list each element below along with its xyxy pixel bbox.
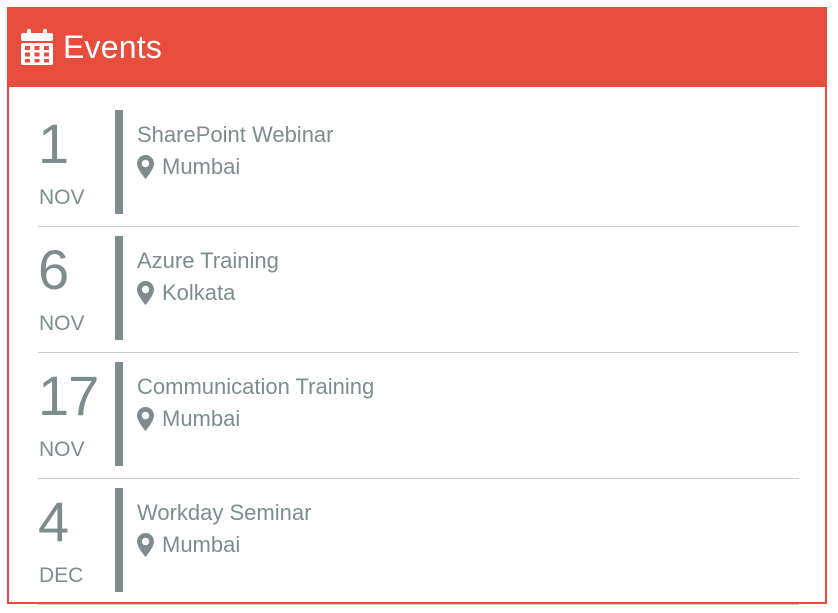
event-divider-bar — [115, 488, 123, 592]
event-info: Workday Seminar Mumbai — [137, 500, 311, 558]
map-pin-icon — [137, 155, 154, 179]
event-location: Mumbai — [137, 532, 311, 558]
event-day: 17 — [38, 364, 99, 427]
event-divider-bar — [115, 362, 123, 466]
events-list: 1 NOV SharePoint Webinar Mumbai 6 NOV Az… — [38, 101, 799, 605]
event-location-label: Mumbai — [162, 154, 241, 179]
page-title: Events — [63, 28, 163, 65]
event-location: Mumbai — [137, 154, 334, 180]
event-location-label: Mumbai — [162, 532, 241, 557]
event-day: 4 — [38, 490, 69, 553]
map-pin-icon — [137, 533, 154, 557]
event-divider-bar — [115, 110, 123, 214]
event-location: Mumbai — [137, 406, 374, 432]
event-title[interactable]: Communication Training — [137, 374, 374, 400]
event-info: SharePoint Webinar Mumbai — [137, 122, 334, 180]
event-title[interactable]: Azure Training — [137, 248, 279, 274]
event-month: NOV — [39, 312, 85, 335]
event-item[interactable]: 17 NOV Communication Training Mumbai — [38, 353, 799, 479]
event-date: 1 NOV — [38, 101, 108, 226]
event-month: DEC — [39, 564, 84, 587]
event-location-label: Mumbai — [162, 406, 241, 431]
event-title[interactable]: SharePoint Webinar — [137, 122, 334, 148]
event-title[interactable]: Workday Seminar — [137, 500, 311, 526]
event-item[interactable]: 1 NOV SharePoint Webinar Mumbai — [38, 101, 799, 227]
event-day: 1 — [38, 112, 69, 175]
event-info: Azure Training Kolkata — [137, 248, 279, 306]
event-date: 17 NOV — [38, 353, 108, 478]
event-location-label: Kolkata — [162, 280, 236, 305]
map-pin-icon — [137, 281, 154, 305]
event-date: 4 DEC — [38, 479, 108, 604]
event-item[interactable]: 4 DEC Workday Seminar Mumbai — [38, 479, 799, 605]
event-divider-bar — [115, 236, 123, 340]
event-date: 6 NOV — [38, 227, 108, 352]
map-pin-icon — [137, 407, 154, 431]
event-info: Communication Training Mumbai — [137, 374, 374, 432]
event-month: NOV — [39, 186, 85, 209]
event-item[interactable]: 6 NOV Azure Training Kolkata — [38, 227, 799, 353]
event-month: NOV — [39, 438, 85, 461]
event-location: Kolkata — [137, 280, 279, 306]
events-panel: Events 1 NOV SharePoint Webinar Mumbai 6… — [7, 7, 827, 605]
event-day: 6 — [38, 238, 69, 301]
calendar-icon — [21, 29, 53, 65]
events-header: Events — [7, 7, 827, 87]
